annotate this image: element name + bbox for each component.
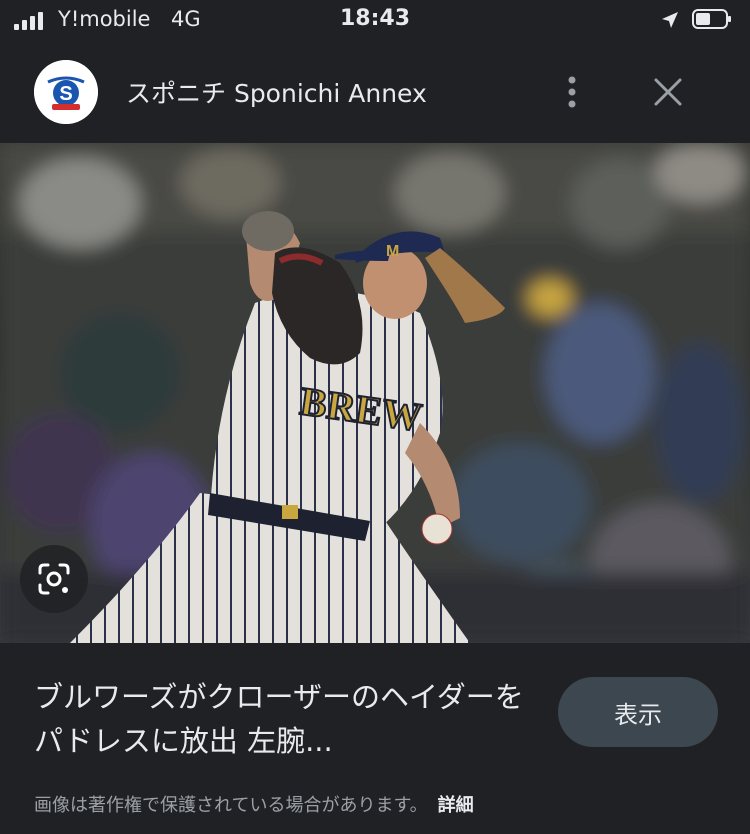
view-button[interactable]: 表示 [558,677,718,747]
details-link[interactable]: 詳細 [438,795,474,816]
svg-text:M: M [386,243,399,260]
status-time: 18:43 [339,6,411,31]
close-icon[interactable] [650,74,686,110]
google-lens-icon[interactable] [20,545,88,613]
source-header: S スポニチ Sponichi Annex [0,46,750,143]
baseball-pitcher-photo: M BREW [0,143,750,643]
status-bar: Y!mobile 4G 18:43 [0,0,750,46]
article-title[interactable]: ブルワーズがクローザーのヘイダーをパドレスに放出 左腕... [34,675,534,763]
battery-icon [692,9,731,29]
image-caption-panel: ブルワーズがクローザーのヘイダーをパドレスに放出 左腕... 表示 画像は著作権… [0,643,750,834]
copyright-notice: 画像は著作権で保護されている場合があります。 詳細 [34,791,474,817]
article-photo[interactable]: M BREW [0,143,750,643]
sponichi-logo-icon[interactable]: S [34,60,98,124]
site-name[interactable]: スポニチ Sponichi Annex [126,74,427,110]
svg-text:S: S [59,83,72,105]
more-vert-icon[interactable] [556,72,588,112]
location-arrow-icon [662,12,678,28]
copyright-text: 画像は著作権で保護されている場合があります。 [34,795,428,816]
